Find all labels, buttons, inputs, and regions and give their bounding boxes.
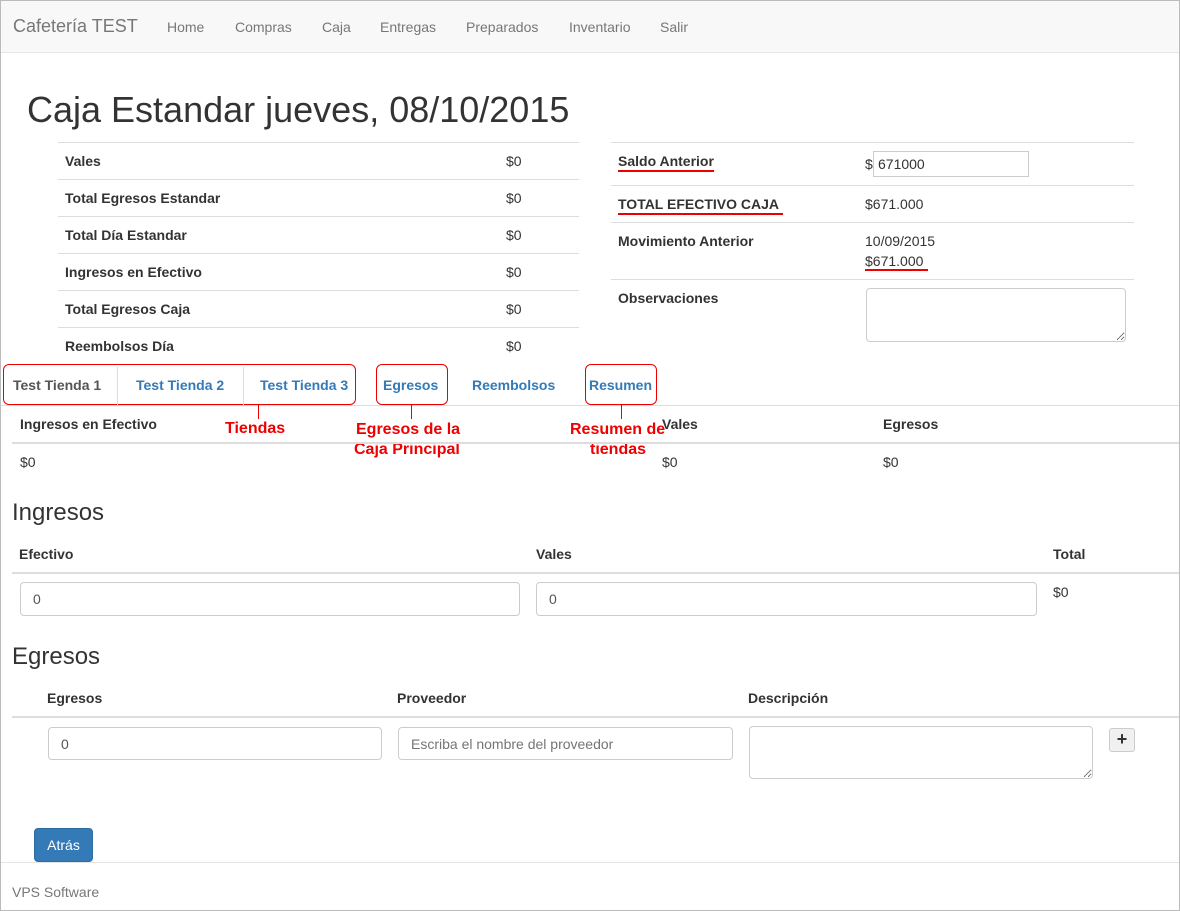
vales-input[interactable]	[536, 582, 1037, 616]
add-egreso-button[interactable]: +	[1109, 728, 1135, 752]
annotation-resumen-line1: Resumen de	[570, 421, 666, 438]
ingresos-heading: Ingresos	[12, 499, 105, 526]
summary-value-vales: $0	[506, 153, 522, 169]
egresos-header-proveedor: Proveedor	[397, 690, 467, 706]
nav-compras[interactable]: Compras	[235, 19, 292, 35]
nav-salir[interactable]: Salir	[660, 19, 688, 35]
summary-label-total-egresos-caja: Total Egresos Caja	[65, 301, 191, 317]
ingresos-header-vales: Vales	[536, 546, 572, 562]
nav-preparados[interactable]: Preparados	[466, 19, 538, 35]
total-efectivo-caja-value: $671.000	[865, 196, 924, 212]
observaciones-textarea[interactable]	[866, 288, 1126, 342]
page-title: Caja Estandar jueves, 08/10/2015	[27, 89, 570, 130]
efectivo-input[interactable]	[20, 582, 520, 616]
summary-value-total-egresos-estandar: $0	[506, 190, 522, 206]
nav-home[interactable]: Home	[167, 19, 204, 35]
footer-text: VPS Software	[12, 884, 100, 900]
movimiento-anterior-value: $671.000	[865, 253, 924, 269]
saldo-currency-prefix: $	[865, 156, 873, 172]
tab-egresos[interactable]: Egresos	[383, 377, 438, 393]
ingresos-header-total: Total	[1053, 546, 1086, 562]
summary-label-total-dia-estandar: Total Día Estandar	[65, 227, 187, 243]
nav-caja[interactable]: Caja	[322, 19, 351, 35]
store-value-vales: $0	[662, 454, 678, 470]
store-header-ingresos: Ingresos en Efectivo	[20, 416, 157, 432]
store-value-ingresos: $0	[20, 454, 36, 470]
tab-test-tienda-1[interactable]: Test Tienda 1	[13, 377, 101, 393]
observaciones-label: Observaciones	[618, 290, 719, 306]
ingresos-total-value: $0	[1053, 584, 1069, 600]
summary-label-total-egresos-estandar: Total Egresos Estandar	[65, 190, 221, 206]
tab-test-tienda-2[interactable]: Test Tienda 2	[136, 377, 224, 393]
saldo-anterior-label: Saldo Anterior	[618, 153, 714, 169]
summary-value-total-egresos-caja: $0	[506, 301, 522, 317]
egresos-amount-input[interactable]	[48, 727, 382, 760]
brand-link[interactable]: Cafetería TEST	[13, 16, 138, 37]
nav-inventario[interactable]: Inventario	[569, 19, 630, 35]
movimiento-anterior-date: 10/09/2015	[865, 233, 936, 249]
proveedor-input[interactable]	[398, 727, 733, 760]
egresos-header-egresos: Egresos	[47, 690, 103, 706]
summary-label-vales: Vales	[65, 153, 101, 169]
store-header-egresos: Egresos	[883, 416, 939, 432]
descripcion-textarea[interactable]	[749, 726, 1093, 779]
navbar: Cafetería TEST Home Compras Caja Entrega…	[1, 1, 1179, 53]
back-button[interactable]: Atrás	[34, 828, 93, 862]
annotation-egresos-line1: Egresos de la	[356, 421, 461, 438]
summary-label-ingresos-efectivo: Ingresos en Efectivo	[65, 264, 202, 280]
tab-reembolsos[interactable]: Reembolsos	[472, 377, 555, 393]
nav-entregas[interactable]: Entregas	[380, 19, 436, 35]
store-header-vales: Vales	[662, 416, 698, 432]
egresos-heading: Egresos	[12, 643, 101, 670]
tab-test-tienda-3[interactable]: Test Tienda 3	[260, 377, 348, 393]
saldo-anterior-input[interactable]	[873, 151, 1029, 177]
tab-resumen[interactable]: Resumen	[589, 377, 652, 393]
summary-value-ingresos-efectivo: $0	[506, 264, 522, 280]
annotation-tiendas: Tiendas	[225, 420, 286, 437]
summary-value-total-dia-estandar: $0	[506, 227, 522, 243]
store-value-egresos: $0	[883, 454, 899, 470]
total-efectivo-caja-label: TOTAL EFECTIVO CAJA	[618, 196, 780, 212]
summary-value-reembolsos-dia: $0	[506, 338, 522, 354]
ingresos-header-efectivo: Efectivo	[19, 546, 74, 562]
egresos-header-descripcion: Descripción	[748, 690, 829, 706]
summary-label-reembolsos-dia: Reembolsos Día	[65, 338, 174, 354]
movimiento-anterior-label: Movimiento Anterior	[618, 233, 754, 249]
